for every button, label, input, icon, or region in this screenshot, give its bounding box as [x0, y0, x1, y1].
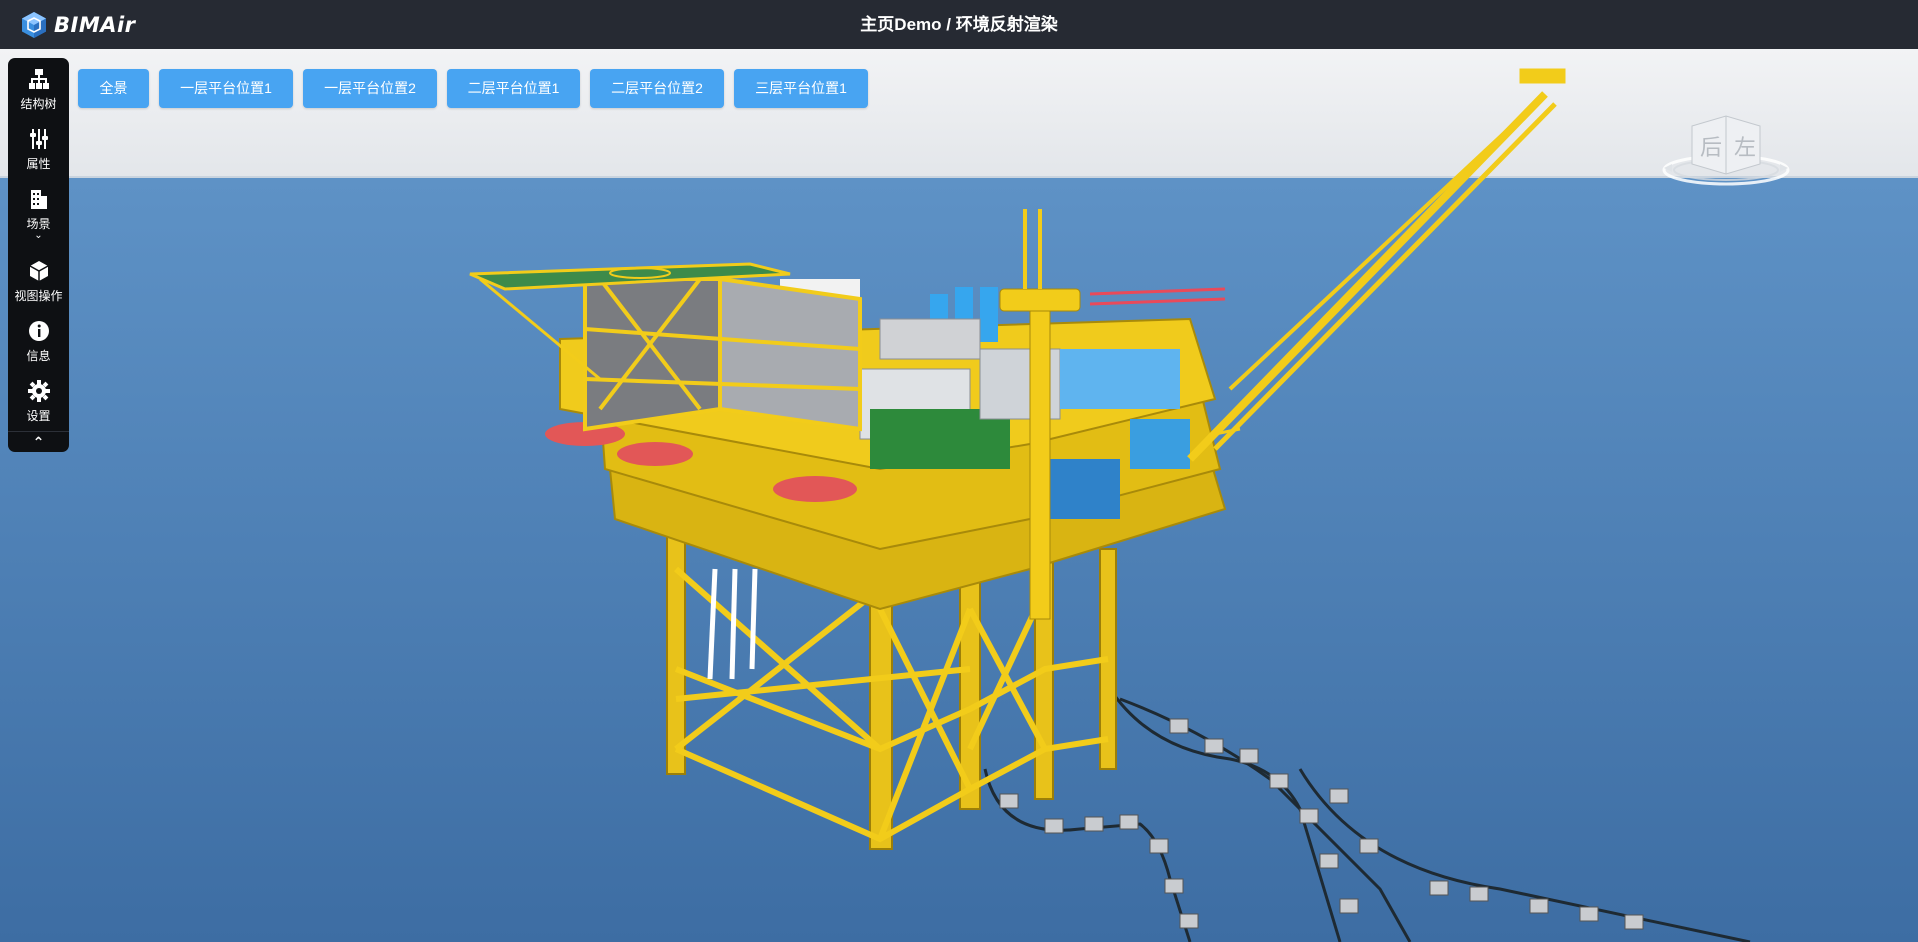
camera-button-level1-pos2[interactable]: 一层平台位置2 [303, 69, 437, 108]
tool-label: 属性 [26, 157, 51, 171]
camera-button-level2-pos2[interactable]: 二层平台位置2 [590, 69, 724, 108]
tool-properties[interactable]: 属性 [8, 127, 69, 172]
tool-info[interactable]: 信息 [8, 319, 69, 364]
living-quarters [583, 276, 862, 432]
top-bar: BIMAir 主页Demo / 环境反射渲染 [0, 0, 1918, 49]
view-cube-face-left[interactable]: 左 [1734, 130, 1756, 162]
tool-label: 信息 [26, 349, 51, 363]
camera-button-level3-pos1[interactable]: 三层平台位置1 [734, 69, 868, 108]
tool-label: 结构树 [20, 97, 57, 111]
toolbar-collapse-button[interactable]: ⌃ [8, 431, 69, 452]
sliders-icon [29, 129, 48, 149]
building-icon [30, 190, 47, 209]
scene-render [0, 49, 1918, 942]
camera-button-level2-pos1[interactable]: 二层平台位置1 [447, 69, 580, 108]
tool-settings[interactable]: 设置 [8, 379, 69, 424]
view-cube[interactable]: 后 左 [1658, 106, 1794, 192]
chevron-down-icon[interactable]: ⌄ [8, 231, 69, 241]
view-cube-face-back[interactable]: 后 [1700, 130, 1722, 162]
info-icon [28, 321, 49, 341]
tool-label: 视图操作 [14, 289, 63, 303]
tool-scene[interactable]: 场景 ⌄ [8, 187, 69, 241]
cube-icon [29, 261, 48, 281]
gear-icon [27, 380, 50, 402]
tool-structure-tree[interactable]: 结构树 [8, 67, 69, 112]
camera-button-panorama[interactable]: 全景 [78, 69, 149, 108]
tool-view-operations[interactable]: 视图操作 [8, 259, 69, 304]
tool-label: 设置 [26, 409, 51, 423]
page-title: 主页Demo / 环境反射渲染 [860, 15, 1058, 34]
sitemap-icon [28, 69, 49, 89]
camera-button-level1-pos1[interactable]: 一层平台位置1 [159, 69, 293, 108]
3d-viewport[interactable] [0, 49, 1918, 942]
left-toolbar: 结构树 属性 场景 ⌄ 视图操作 信息 设置 ⌃ [8, 58, 69, 452]
chevron-up-icon: ⌃ [32, 434, 45, 450]
view-cube-graphic [1662, 115, 1790, 186]
